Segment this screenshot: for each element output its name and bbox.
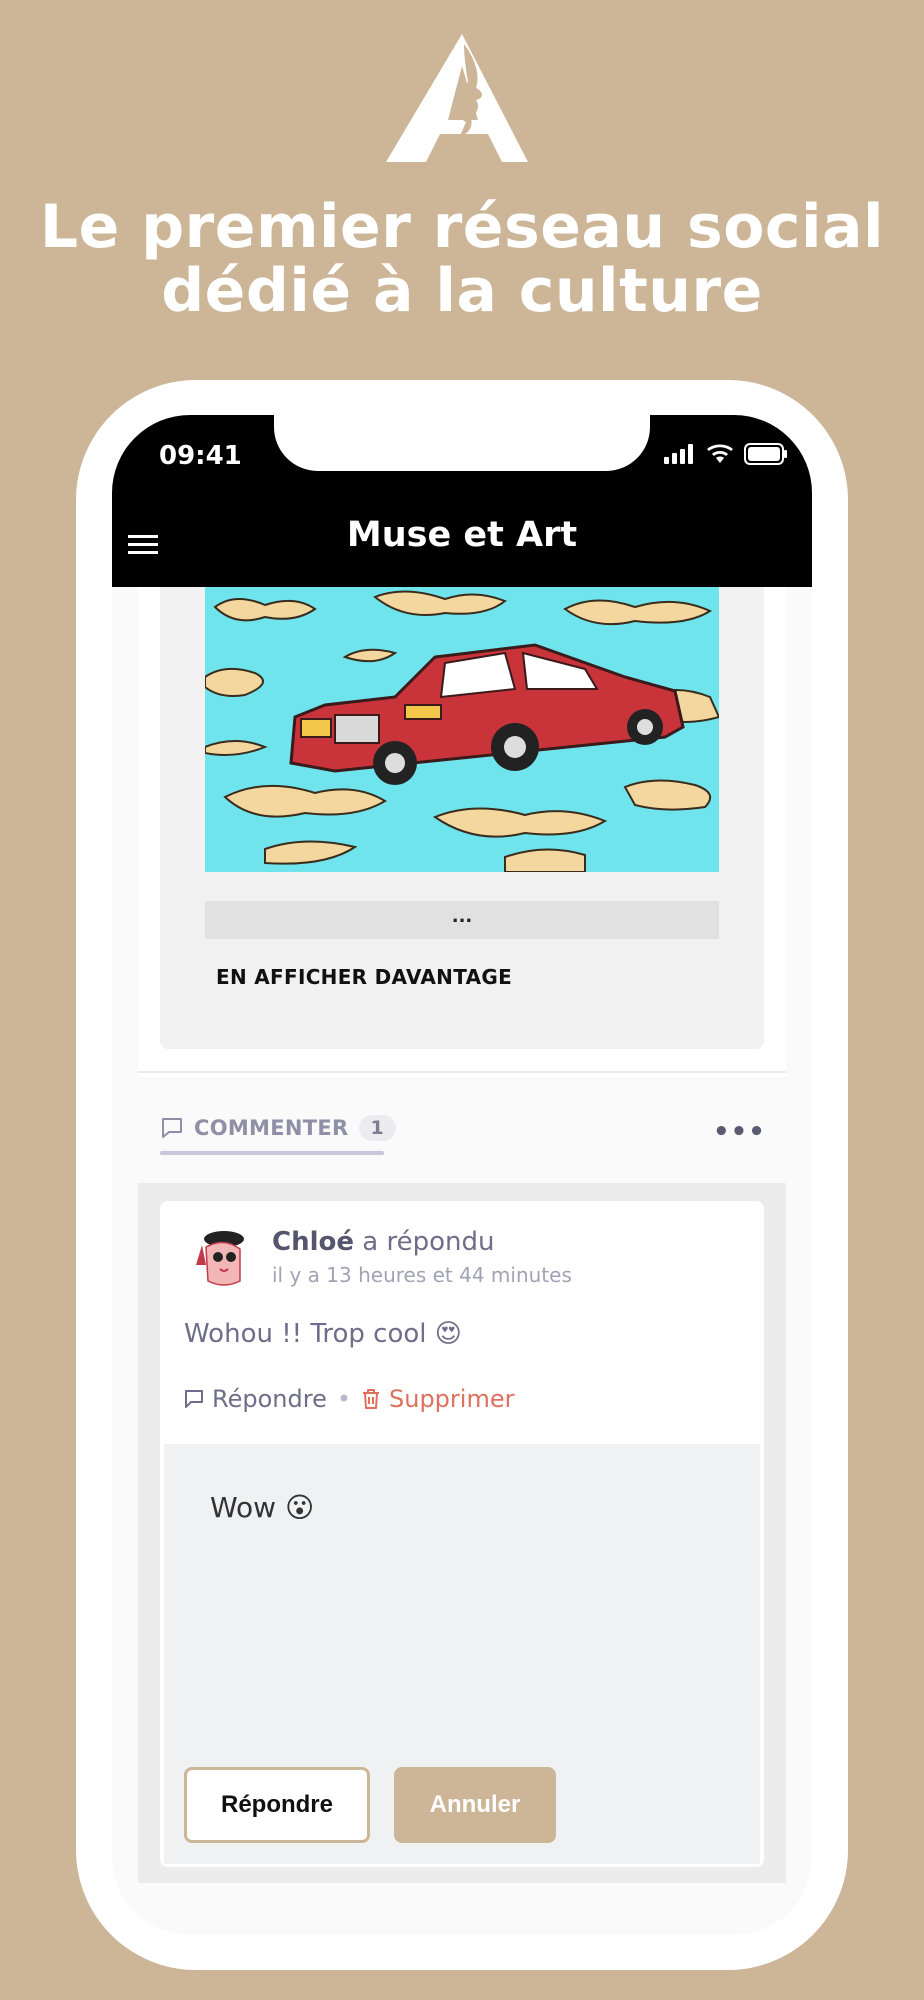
- headline-line-2: dédié à la culture: [161, 256, 763, 326]
- comment-author-name[interactable]: Chloé: [272, 1227, 354, 1257]
- reply-link[interactable]: Répondre: [184, 1385, 327, 1413]
- feed-content[interactable]: ... EN AFFICHER DAVANTAGE COMMENTER 1 ••…: [112, 587, 812, 1935]
- brand-logo: [386, 34, 528, 162]
- reply-submit-button[interactable]: Répondre: [184, 1767, 370, 1843]
- comment-tab-underline: [160, 1151, 384, 1155]
- battery-icon: [744, 443, 787, 465]
- reply-bubble-icon: [185, 1390, 203, 1408]
- comment-text: Wohou !! Trop cool 😍: [184, 1319, 462, 1349]
- reply-cancel-button[interactable]: Annuler: [394, 1767, 556, 1843]
- cellular-signal-icon: [664, 444, 693, 464]
- trash-icon: [363, 1389, 379, 1409]
- comment-author-line: Chloé a répondu: [272, 1227, 494, 1257]
- comment-count-badge: 1: [358, 1115, 396, 1141]
- comment-tab[interactable]: COMMENTER 1: [160, 1115, 396, 1141]
- post-ellipsis-bar[interactable]: ...: [205, 901, 719, 939]
- more-options-icon[interactable]: •••: [713, 1117, 766, 1147]
- avatar[interactable]: [188, 1225, 254, 1291]
- phone-notch: [274, 415, 650, 471]
- status-icons: [664, 443, 788, 465]
- comment-bubble-icon: [162, 1118, 182, 1138]
- reply-textarea-value[interactable]: Wow 😮: [210, 1491, 314, 1524]
- comment-tab-label: COMMENTER: [194, 1116, 349, 1140]
- headline-line-1: Le premier réseau social: [39, 192, 885, 262]
- comment-actions: Répondre • Supprimer: [184, 1385, 514, 1413]
- status-time: 09:41: [159, 441, 242, 471]
- app-title: Muse et Art: [346, 515, 578, 555]
- comment-timestamp: il y a 13 heures et 44 minutes: [272, 1263, 572, 1287]
- show-more-link[interactable]: EN AFFICHER DAVANTAGE: [216, 965, 512, 989]
- app-bar: 09:41 Muse et Art: [112, 415, 812, 587]
- section-divider: [138, 1071, 786, 1073]
- wifi-icon: [707, 444, 733, 463]
- delete-link[interactable]: Supprimer: [361, 1385, 514, 1413]
- reply-link-label: Répondre: [212, 1385, 327, 1413]
- post-artwork-image[interactable]: [205, 587, 719, 872]
- comment-action-text: a répondu: [362, 1227, 495, 1257]
- action-separator: •: [336, 1385, 351, 1413]
- phone-screen: 09:41 Muse et Art ... EN AFFICHER DAVANT…: [112, 415, 812, 1935]
- headline: Le premier réseau social dédié à la cult…: [0, 195, 924, 323]
- delete-link-label: Supprimer: [389, 1385, 515, 1413]
